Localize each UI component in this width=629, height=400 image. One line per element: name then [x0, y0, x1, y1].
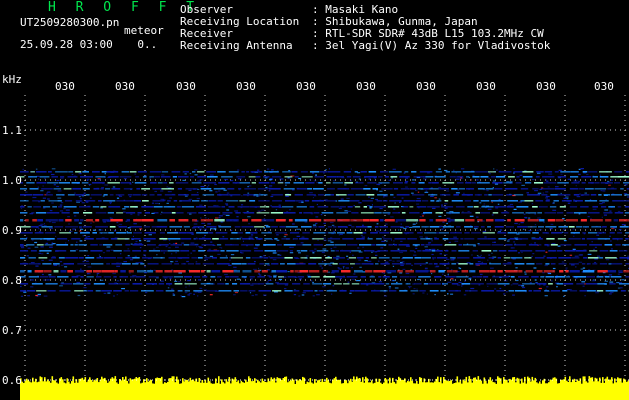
carrier-line — [20, 270, 629, 273]
spectrogram — [20, 95, 629, 400]
x-tick-2: 030 — [115, 80, 135, 93]
x-tick-1: 030 — [55, 80, 75, 93]
tag-label: meteor — [124, 24, 164, 37]
brand-title: H R O F F T — [48, 0, 201, 15]
carrier-line — [20, 176, 629, 178]
info-row-antenna: Receiving Antenna: 3el Yagi(V) Az 330 fo… — [180, 39, 551, 52]
carrier-line — [20, 182, 629, 184]
x-tick-8: 030 — [476, 80, 496, 93]
x-tick-10: 030 — [594, 80, 614, 93]
date-time-extra: 0.. — [137, 38, 158, 51]
x-tick-3: 030 — [176, 80, 196, 93]
y-tick-0.9: 0.9 — [2, 224, 22, 237]
carrier-line — [20, 212, 629, 214]
x-tick-7: 030 — [416, 80, 436, 93]
carrier-line — [20, 232, 629, 234]
x-tick-4: 030 — [236, 80, 256, 93]
y-tick-0.6: 0.6 — [2, 374, 22, 387]
file-name: UT2509280300.pn — [20, 16, 120, 29]
carrier-line — [20, 263, 629, 265]
y-axis-unit: kHz — [2, 73, 22, 86]
carrier-line — [20, 283, 629, 285]
y-tick-0.8: 0.8 — [2, 274, 22, 287]
y-tick-1.0: 1.0 — [2, 174, 22, 187]
station-info: Observer: Masaki Kano Receiving Location… — [180, 4, 550, 52]
carrier-line — [20, 257, 629, 259]
carrier-line — [20, 219, 629, 222]
carrier-line — [20, 276, 629, 278]
carrier-line — [20, 206, 629, 208]
y-tick-1.1: 1.1 — [2, 124, 22, 137]
carrier-line — [20, 226, 629, 228]
carrier-line — [20, 171, 629, 173]
x-tick-9: 030 — [536, 80, 556, 93]
date-time-value: 25.09.28 03:00 — [20, 38, 113, 51]
x-tick-6: 030 — [356, 80, 376, 93]
x-tick-5: 030 — [296, 80, 316, 93]
date-time: 25.09.28 03:00 0.. — [20, 38, 157, 51]
y-tick-0.7: 0.7 — [2, 324, 22, 337]
carrier-line — [20, 188, 629, 190]
